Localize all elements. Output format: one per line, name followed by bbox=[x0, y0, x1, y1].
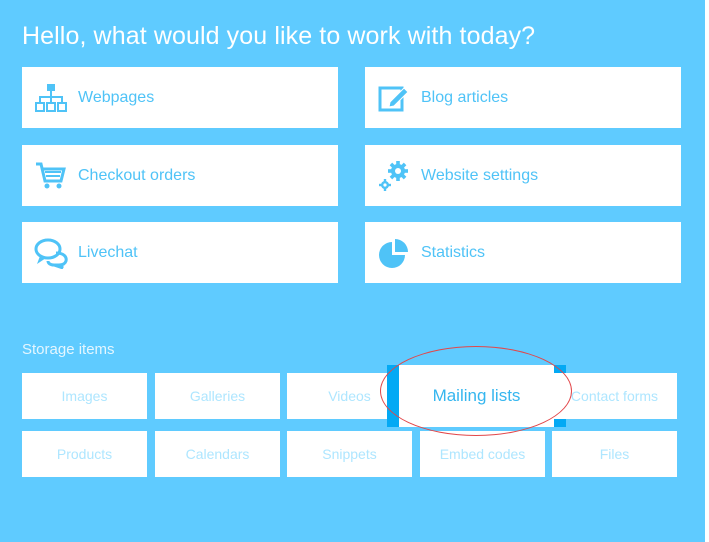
storage-item-images[interactable]: Images bbox=[22, 373, 147, 419]
sitemap-icon bbox=[34, 81, 68, 115]
edit-icon bbox=[377, 81, 411, 115]
card-website-settings[interactable]: Website settings bbox=[365, 145, 681, 206]
card-label: Blog articles bbox=[421, 88, 509, 106]
card-blog-articles[interactable]: Blog articles bbox=[365, 67, 681, 128]
window-edge bbox=[705, 0, 709, 542]
shopping-cart-icon bbox=[34, 159, 68, 193]
card-label: Website settings bbox=[421, 166, 539, 184]
card-webpages[interactable]: Webpages bbox=[22, 67, 338, 128]
card-label: Checkout orders bbox=[78, 166, 196, 184]
pie-chart-icon bbox=[377, 236, 411, 270]
storage-item-calendars[interactable]: Calendars bbox=[155, 431, 280, 477]
storage-item-embed-codes[interactable]: Embed codes bbox=[420, 431, 545, 477]
storage-item-files[interactable]: Files bbox=[552, 431, 677, 477]
storage-item-products[interactable]: Products bbox=[22, 431, 147, 477]
storage-item-contact-forms[interactable]: Contact forms bbox=[552, 373, 677, 419]
storage-item-galleries[interactable]: Galleries bbox=[155, 373, 280, 419]
storage-items-title: Storage items bbox=[22, 341, 115, 358]
card-checkout-orders[interactable]: Checkout orders bbox=[22, 145, 338, 206]
gears-icon bbox=[377, 159, 411, 193]
card-statistics[interactable]: Statistics bbox=[365, 222, 681, 283]
storage-item-snippets[interactable]: Snippets bbox=[287, 431, 412, 477]
page-greeting: Hello, what would you like to work with … bbox=[22, 22, 536, 50]
storage-item-label: Mailing lists bbox=[399, 365, 554, 427]
chat-bubbles-icon bbox=[34, 236, 68, 270]
card-label: Statistics bbox=[421, 243, 486, 261]
card-label: Webpages bbox=[78, 88, 155, 106]
card-livechat[interactable]: Livechat bbox=[22, 222, 338, 283]
storage-item-mailing-lists[interactable]: Mailing lists bbox=[387, 365, 566, 427]
card-label: Livechat bbox=[78, 243, 138, 261]
